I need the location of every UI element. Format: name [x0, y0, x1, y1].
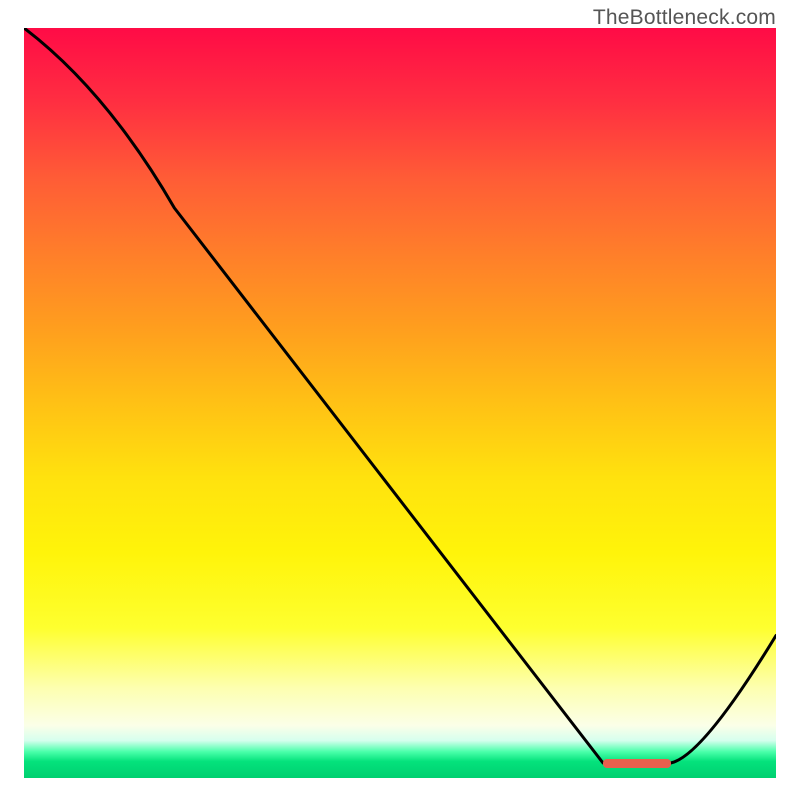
optimal-range-marker	[603, 759, 671, 768]
watermark-text: TheBottleneck.com	[593, 6, 776, 30]
chart-gradient-background	[24, 28, 776, 778]
